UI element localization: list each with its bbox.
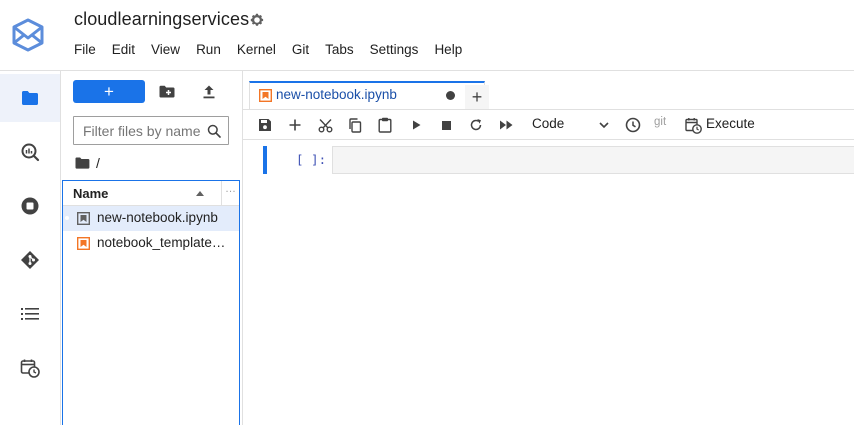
menu-file[interactable]: File (66, 40, 104, 62)
copy-button[interactable] (346, 116, 364, 134)
menu-kernel[interactable]: Kernel (229, 40, 284, 62)
execute-schedule-icon-wrap[interactable] (684, 116, 702, 134)
menu-view[interactable]: View (143, 40, 188, 62)
menu-git[interactable]: Git (284, 40, 317, 62)
breadcrumb: / (75, 154, 100, 172)
top-bar: cloudlearningservices File Edit View Run… (0, 0, 854, 71)
git-icon (21, 251, 39, 269)
notebook-running-icon (77, 212, 90, 225)
folder-icon (22, 91, 38, 105)
file-name: notebook_template.ipynb (97, 235, 227, 250)
activity-kernel-search[interactable] (0, 128, 60, 176)
save-button[interactable] (256, 116, 274, 134)
tab-bar: new-notebook.ipynb + (243, 71, 854, 110)
list-icon (21, 308, 39, 320)
notebook-icon (259, 89, 272, 102)
jupyter-logo-icon[interactable] (10, 18, 46, 52)
interrupt-button[interactable] (437, 116, 455, 134)
menu-settings[interactable]: Settings (362, 40, 427, 62)
column-name-header[interactable]: Name (73, 186, 108, 201)
search-icon (207, 124, 221, 138)
upload-icon[interactable] (200, 83, 218, 101)
restart-button[interactable] (467, 116, 485, 134)
git-diff-button[interactable]: git (654, 116, 666, 128)
kernel-status-button[interactable] (624, 116, 642, 134)
filter-files-field (73, 116, 229, 145)
run-button[interactable] (407, 116, 425, 134)
menu-run[interactable]: Run (188, 40, 229, 62)
folder-icon[interactable] (75, 157, 90, 169)
unsaved-dot-icon[interactable] (446, 91, 455, 100)
running-stop-icon (21, 197, 39, 215)
scheduler-icon (20, 359, 40, 378)
file-browser-panel: + / Name … new-no (62, 71, 242, 425)
activity-bar (0, 71, 61, 425)
clock-icon (625, 117, 641, 133)
menu-bar: File Edit View Run Kernel Git Tabs Setti… (66, 40, 470, 62)
cut-button[interactable] (316, 116, 334, 134)
insert-cell-button[interactable] (286, 116, 304, 134)
search-kernel-icon (21, 143, 40, 162)
menu-tabs[interactable]: Tabs (317, 40, 362, 62)
cell-editor[interactable] (332, 146, 854, 174)
sort-ascending-icon (196, 191, 204, 196)
main-dock-area: new-notebook.ipynb + Code git Execute [… (242, 71, 854, 425)
column-more[interactable]: … (225, 183, 236, 195)
file-row[interactable]: new-notebook.ipynb (63, 206, 239, 231)
file-name: new-notebook.ipynb (97, 210, 218, 225)
activity-table-of-contents[interactable] (0, 290, 60, 338)
cell-input-prompt: [ ]: (296, 152, 327, 167)
file-listing: Name … new-notebook.ipynb notebook_templ… (62, 180, 240, 425)
plus-icon (289, 119, 301, 131)
restart-run-all-button[interactable] (497, 116, 515, 134)
breadcrumb-root[interactable]: / (96, 155, 100, 171)
menu-help[interactable]: Help (426, 40, 470, 62)
new-folder-icon[interactable] (158, 83, 176, 101)
menu-edit[interactable]: Edit (104, 40, 143, 62)
new-launcher-button[interactable]: + (73, 80, 145, 103)
notebook-icon (77, 237, 90, 250)
column-divider[interactable] (221, 181, 222, 205)
activity-git[interactable] (0, 236, 60, 284)
stop-icon (441, 120, 451, 130)
tab-label: new-notebook.ipynb (276, 87, 397, 102)
cell-collapser[interactable] (263, 146, 267, 174)
app-title: cloudlearningservices (74, 9, 250, 29)
cell-type-select[interactable]: Code (532, 116, 564, 131)
tab-new-notebook[interactable]: new-notebook.ipynb (249, 81, 485, 110)
add-tab-button[interactable]: + (465, 85, 489, 109)
gear-icon[interactable] (249, 12, 265, 28)
file-listing-header: Name … (63, 181, 239, 206)
filter-files-input[interactable] (83, 123, 205, 139)
chevron-down-icon[interactable] (597, 118, 611, 132)
calendar-clock-icon (684, 117, 702, 134)
activity-running[interactable] (0, 182, 60, 230)
save-icon (259, 119, 271, 131)
notebook-toolbar: Code git Execute (243, 110, 854, 140)
copy-icon (349, 117, 362, 133)
running-indicator (65, 216, 69, 220)
refresh-icon (470, 119, 482, 131)
paste-icon (378, 117, 392, 133)
activity-file-browser[interactable] (0, 74, 60, 122)
cut-icon (318, 118, 332, 132)
paste-button[interactable] (376, 116, 394, 134)
code-cell[interactable]: [ ]: (263, 146, 854, 175)
play-icon (413, 120, 421, 130)
activity-scheduler[interactable] (0, 344, 60, 392)
fast-forward-icon (499, 120, 512, 130)
execute-button[interactable]: Execute (706, 116, 755, 131)
file-row[interactable]: notebook_template.ipynb (63, 231, 239, 256)
